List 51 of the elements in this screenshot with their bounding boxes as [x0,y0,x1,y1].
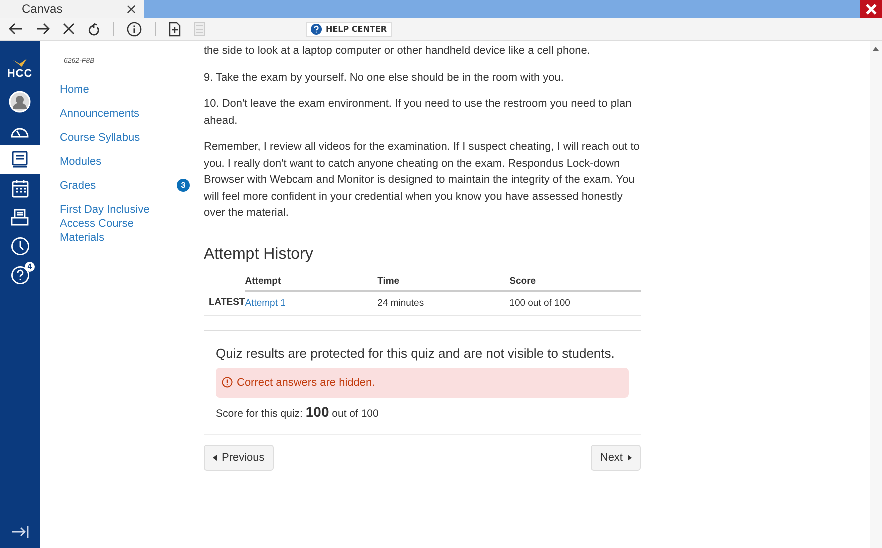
back-arrow-icon[interactable] [9,23,23,35]
info-icon[interactable] [127,22,142,36]
scrollbar[interactable] [870,41,882,548]
count-badge: 3 [177,179,190,192]
inbox-icon [11,209,29,226]
courses-nav-item[interactable] [0,145,40,174]
paragraph: the side to look at a laptop computer or other handheld device like a cell phone. [204,44,592,59]
table-cell: 24 minutes [378,290,510,315]
column-header: Time [378,272,510,290]
row-label: LATEST [204,290,246,315]
notice-text: Quiz results are protected for this quiz and are not visible to students. [216,346,616,360]
close-icon [866,4,876,14]
scroll-up-icon[interactable] [873,47,879,51]
browser-tab[interactable]: Canvas [0,0,144,18]
new-page-icon[interactable] [169,22,181,36]
stop-icon[interactable] [63,23,75,35]
paragraph: 10. Don't leave the exam environment. If you need to use the restroom you need to plan ahead. [204,97,633,128]
window-close-button[interactable] [860,0,882,18]
column-header: Score [510,272,641,290]
attempt-link[interactable]: Attempt 1 [245,298,286,308]
paragraph: 9. Take the exam by yourself. No one else should be in the room with you. [204,70,565,86]
avatar-icon [9,90,31,112]
course-nav-link[interactable]: Modules [60,155,102,169]
alert-text: Correct answers are hidden. [237,376,376,388]
reload-icon[interactable] [88,22,100,36]
logo: HCC [0,51,40,87]
help-icon [10,266,30,285]
bird-icon [13,58,27,66]
book-icon [12,150,28,168]
course-nav-link[interactable]: First Day Inclusive Access Course Materials [60,203,160,245]
section-heading: Attempt History [204,246,314,264]
score-text: Score for this quiz: 100 out of 100 [216,404,380,420]
course-nav-link[interactable]: Announcements [60,107,140,121]
previous-button[interactable]: Previous [204,444,274,470]
column-header: Attempt [245,272,378,290]
course-nav-link[interactable]: Grades [60,179,96,193]
forward-arrow-icon[interactable] [36,23,50,35]
course-nav-link[interactable]: Course Syllabus [60,131,140,145]
collapse-nav-icon[interactable] [11,526,29,538]
close-icon[interactable] [127,4,136,14]
calendar-icon [12,180,28,198]
caret-icon [213,454,217,460]
paragraph: Remember, I review all videos for the examination. If I suspect cheating, I will reach out to you. I really don't want to catch anyone cheating on the exam. Respondus Lock-down Browser with Webcam and Monitor is designed to maintain the integrity of the exam. You will feel more confident in your credential when you know you have assessed honestly over the material. [204,140,641,221]
warning-icon [222,377,233,388]
help-icon [311,24,322,34]
help-center-button[interactable]: HELP CENTER [306,22,392,36]
next-button[interactable]: Next [591,444,641,470]
caret-icon [628,454,632,460]
table-cell: 100 out of 100 [510,290,641,315]
clock-icon [10,237,30,256]
course-nav-link[interactable]: Home [60,83,90,97]
